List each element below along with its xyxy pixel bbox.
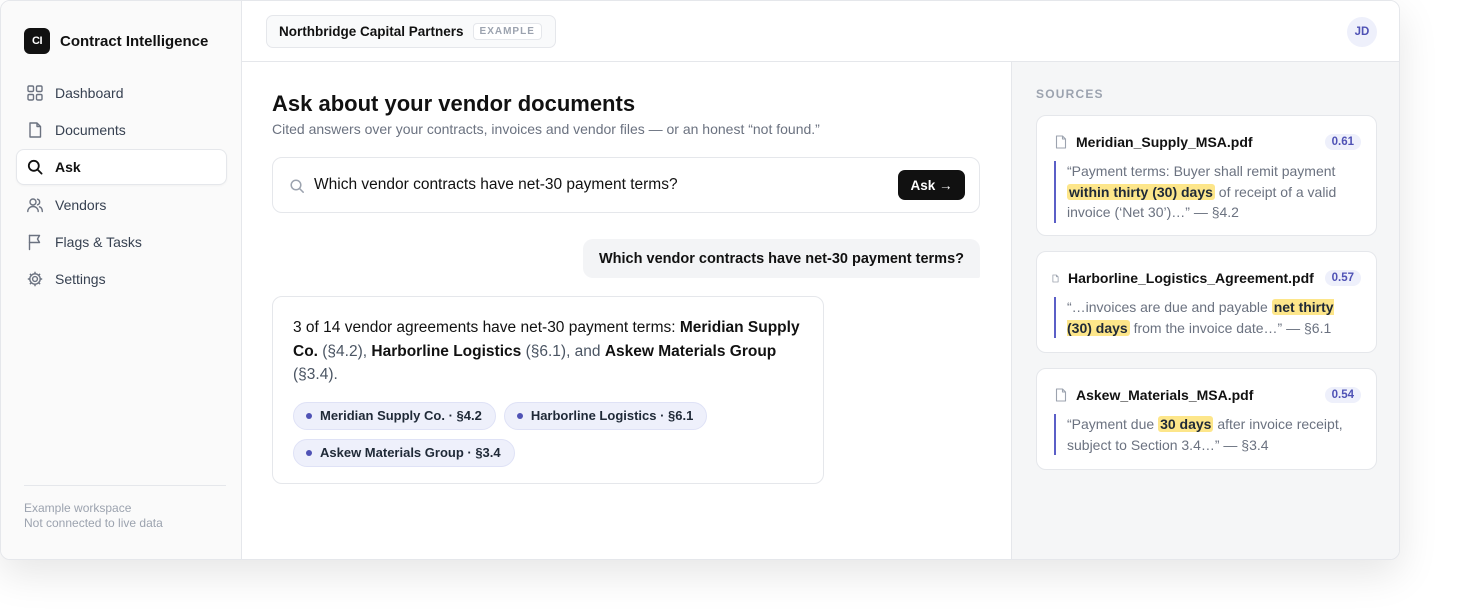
ask-button[interactable]: Ask →	[898, 170, 965, 200]
search-icon	[27, 160, 43, 175]
dot-icon	[306, 449, 312, 456]
sidebar-item-dashboard[interactable]: Dashboard	[16, 75, 227, 111]
workspace-switcher[interactable]: Northbridge Capital Partners EXAMPLE	[266, 15, 556, 48]
excerpt-text: “…invoices are due and payable	[1067, 299, 1272, 315]
dot-icon	[306, 412, 312, 419]
citation-chip[interactable]: Harborline Logistics · §6.1	[503, 401, 708, 430]
user-question-bubble: Which vendor contracts have net-30 payme…	[582, 239, 980, 278]
sidebar-item-label: Settings	[55, 270, 106, 287]
answer-intro: 3 of 14 vendor agreements have net-30 pa…	[293, 319, 680, 336]
document-icon	[1055, 135, 1067, 149]
page-subtitle: Cited answers over your contracts, invoi…	[272, 121, 820, 137]
source-header: Harborline_Logistics_Agreement.pdf 0.57	[1052, 268, 1361, 288]
citation-chip[interactable]: Askew Materials Group · §3.4	[293, 438, 515, 467]
citation-chips: Meridian Supply Co. · §4.2 Harborline Lo…	[293, 401, 803, 476]
relevance-score: 0.57	[1324, 270, 1361, 286]
document-icon	[29, 122, 42, 138]
answer-vendor: Harborline Logistics	[371, 342, 522, 360]
grid-icon	[27, 85, 43, 101]
source-filename: Harborline_Logistics_Agreement.pdf	[1068, 270, 1314, 286]
sidebar-item-label: Documents	[55, 122, 126, 139]
ask-search-box: Ask →	[272, 157, 980, 213]
sidebar-item-label: Flags & Tasks	[55, 233, 142, 250]
source-filename: Askew_Materials_MSA.pdf	[1076, 387, 1254, 403]
sidebar-item-documents[interactable]: Documents	[16, 112, 227, 148]
sidebar-footer: Example workspace Not connected to live …	[24, 485, 226, 531]
source-card[interactable]: Meridian_Supply_MSA.pdf 0.61 “Payment te…	[1036, 115, 1377, 236]
gear-icon	[27, 271, 43, 287]
sidebar-item-flags-tasks[interactable]: Flags & Tasks	[16, 224, 227, 260]
document-icon	[1052, 274, 1059, 282]
ask-panel: Ask about your vendor documents Cited an…	[242, 62, 1011, 559]
avatar[interactable]: JD	[1347, 17, 1377, 47]
answer-section-ref: (§6.1), and	[521, 342, 605, 360]
relevance-score: 0.61	[1324, 134, 1361, 150]
dot-icon	[516, 412, 523, 419]
sources-heading: SOURCES	[1036, 87, 1104, 101]
search-icon	[290, 179, 304, 193]
sidebar-item-ask[interactable]: Ask	[16, 149, 227, 186]
users-icon	[27, 197, 43, 212]
page-title: Ask about your vendor documents	[272, 91, 636, 116]
sidebar-item-vendors[interactable]: Vendors	[16, 187, 227, 223]
answer-card: 3 of 14 vendor agreements have net-30 pa…	[272, 296, 824, 484]
app-window: CI Contract Intelligence Dashboard Docum…	[0, 0, 1400, 560]
source-excerpt: “Payment terms: Buyer shall remit paymen…	[1054, 161, 1358, 223]
sidebar-item-label: Ask	[55, 159, 81, 176]
sidebar-item-settings[interactable]: Settings	[16, 261, 227, 297]
excerpt-highlight: 30 days	[1158, 416, 1214, 432]
source-excerpt: “…invoices are due and payable net thirt…	[1054, 297, 1358, 338]
top-bar: Northbridge Capital Partners EXAMPLE JD	[242, 1, 1399, 62]
source-card[interactable]: Harborline_Logistics_Agreement.pdf 0.57 …	[1036, 251, 1377, 353]
sidebar-item-label: Vendors	[55, 196, 107, 213]
connection-note: Not connected to live data	[24, 516, 163, 530]
source-header: Askew_Materials_MSA.pdf 0.54	[1055, 385, 1361, 405]
excerpt-text: “Payment due	[1067, 416, 1159, 432]
sidebar: CI Contract Intelligence Dashboard Docum…	[1, 1, 242, 559]
sidebar-item-label: Dashboard	[55, 85, 124, 101]
example-badge: EXAMPLE	[472, 23, 542, 40]
source-header: Meridian_Supply_MSA.pdf 0.61	[1055, 132, 1361, 152]
sources-panel: SOURCES Meridian_Supply_MSA.pdf 0.61 “Pa…	[1011, 62, 1399, 559]
source-card[interactable]: Askew_Materials_MSA.pdf 0.54 “Payment du…	[1036, 368, 1377, 470]
source-excerpt: “Payment due 30 days after invoice recei…	[1054, 414, 1358, 455]
document-icon	[1055, 388, 1067, 402]
source-filename: Meridian_Supply_MSA.pdf	[1076, 134, 1253, 150]
workspace-name: Northbridge Capital Partners	[279, 24, 464, 39]
citation-label: Harborline Logistics · §6.1	[530, 408, 694, 423]
answer-text: 3 of 14 vendor agreements have net-30 pa…	[293, 316, 803, 387]
sidebar-nav: Dashboard Documents Ask Vendors Flags & …	[16, 75, 227, 298]
search-input[interactable]	[314, 170, 894, 200]
brand-logo: CI	[24, 28, 50, 54]
relevance-score: 0.54	[1324, 387, 1361, 403]
brand-name: Contract Intelligence	[60, 32, 209, 50]
citation-chip[interactable]: Meridian Supply Co. · §4.2	[293, 401, 496, 430]
answer-section-ref: (§3.4).	[293, 366, 338, 383]
brand[interactable]: CI Contract Intelligence	[24, 28, 208, 54]
citation-label: Meridian Supply Co. · §4.2	[320, 408, 482, 423]
excerpt-text: from the invoice date…” — §6.1	[1129, 319, 1332, 336]
excerpt-highlight: within thirty (30) days	[1067, 183, 1215, 200]
workspace-note: Example workspace	[24, 501, 132, 515]
citation-label: Askew Materials Group · §3.4	[320, 445, 501, 460]
answer-section-ref: (§4.2),	[317, 342, 372, 360]
answer-vendor: Askew Materials Group	[604, 342, 777, 360]
flag-icon	[28, 234, 41, 250]
excerpt-text: “Payment terms: Buyer shall remit paymen…	[1067, 163, 1336, 179]
